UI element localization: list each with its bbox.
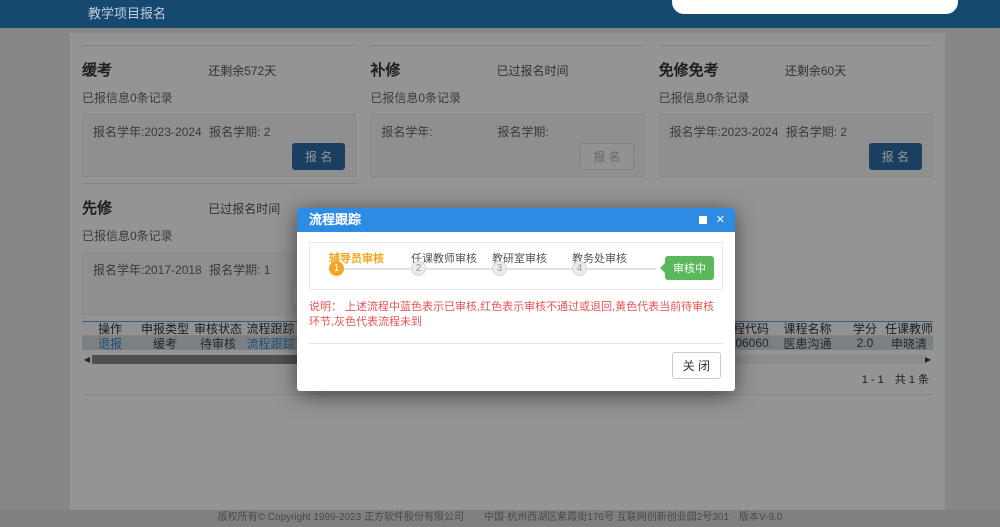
- modal-header: 流程跟踪 ✕: [297, 208, 735, 232]
- status-badge: 审核中: [665, 256, 714, 280]
- maximize-icon[interactable]: [699, 216, 707, 224]
- step-dot-4: 4: [572, 261, 587, 276]
- workflow-steps: 辅导员审核 任课教师审核 教研室审核 教务处审核 1 2 3 4 审核中: [309, 242, 723, 290]
- page-title: 教学项目报名: [88, 0, 166, 28]
- modal-body: 辅导员审核 任课教师审核 教研室审核 教务处审核 1 2 3 4 审核中 说明：…: [297, 232, 735, 391]
- step-dot-3: 3: [492, 261, 507, 276]
- step-dot-2: 2: [411, 261, 426, 276]
- process-tracking-modal: 流程跟踪 ✕ 辅导员审核 任课教师审核 教研室审核 教务处审核 1 2 3 4 …: [297, 208, 735, 391]
- modal-footer: 关 闭: [309, 343, 723, 381]
- step-dot-1: 1: [329, 261, 344, 276]
- search-input[interactable]: [672, 0, 958, 14]
- close-icon[interactable]: ✕: [716, 216, 725, 224]
- modal-note: 说明： 上述流程中蓝色表示已审核,红色表示审核不通过或退回,黄色代表当前待审核环…: [309, 300, 723, 331]
- close-button[interactable]: 关 闭: [672, 352, 721, 379]
- modal-title: 流程跟踪: [297, 208, 735, 232]
